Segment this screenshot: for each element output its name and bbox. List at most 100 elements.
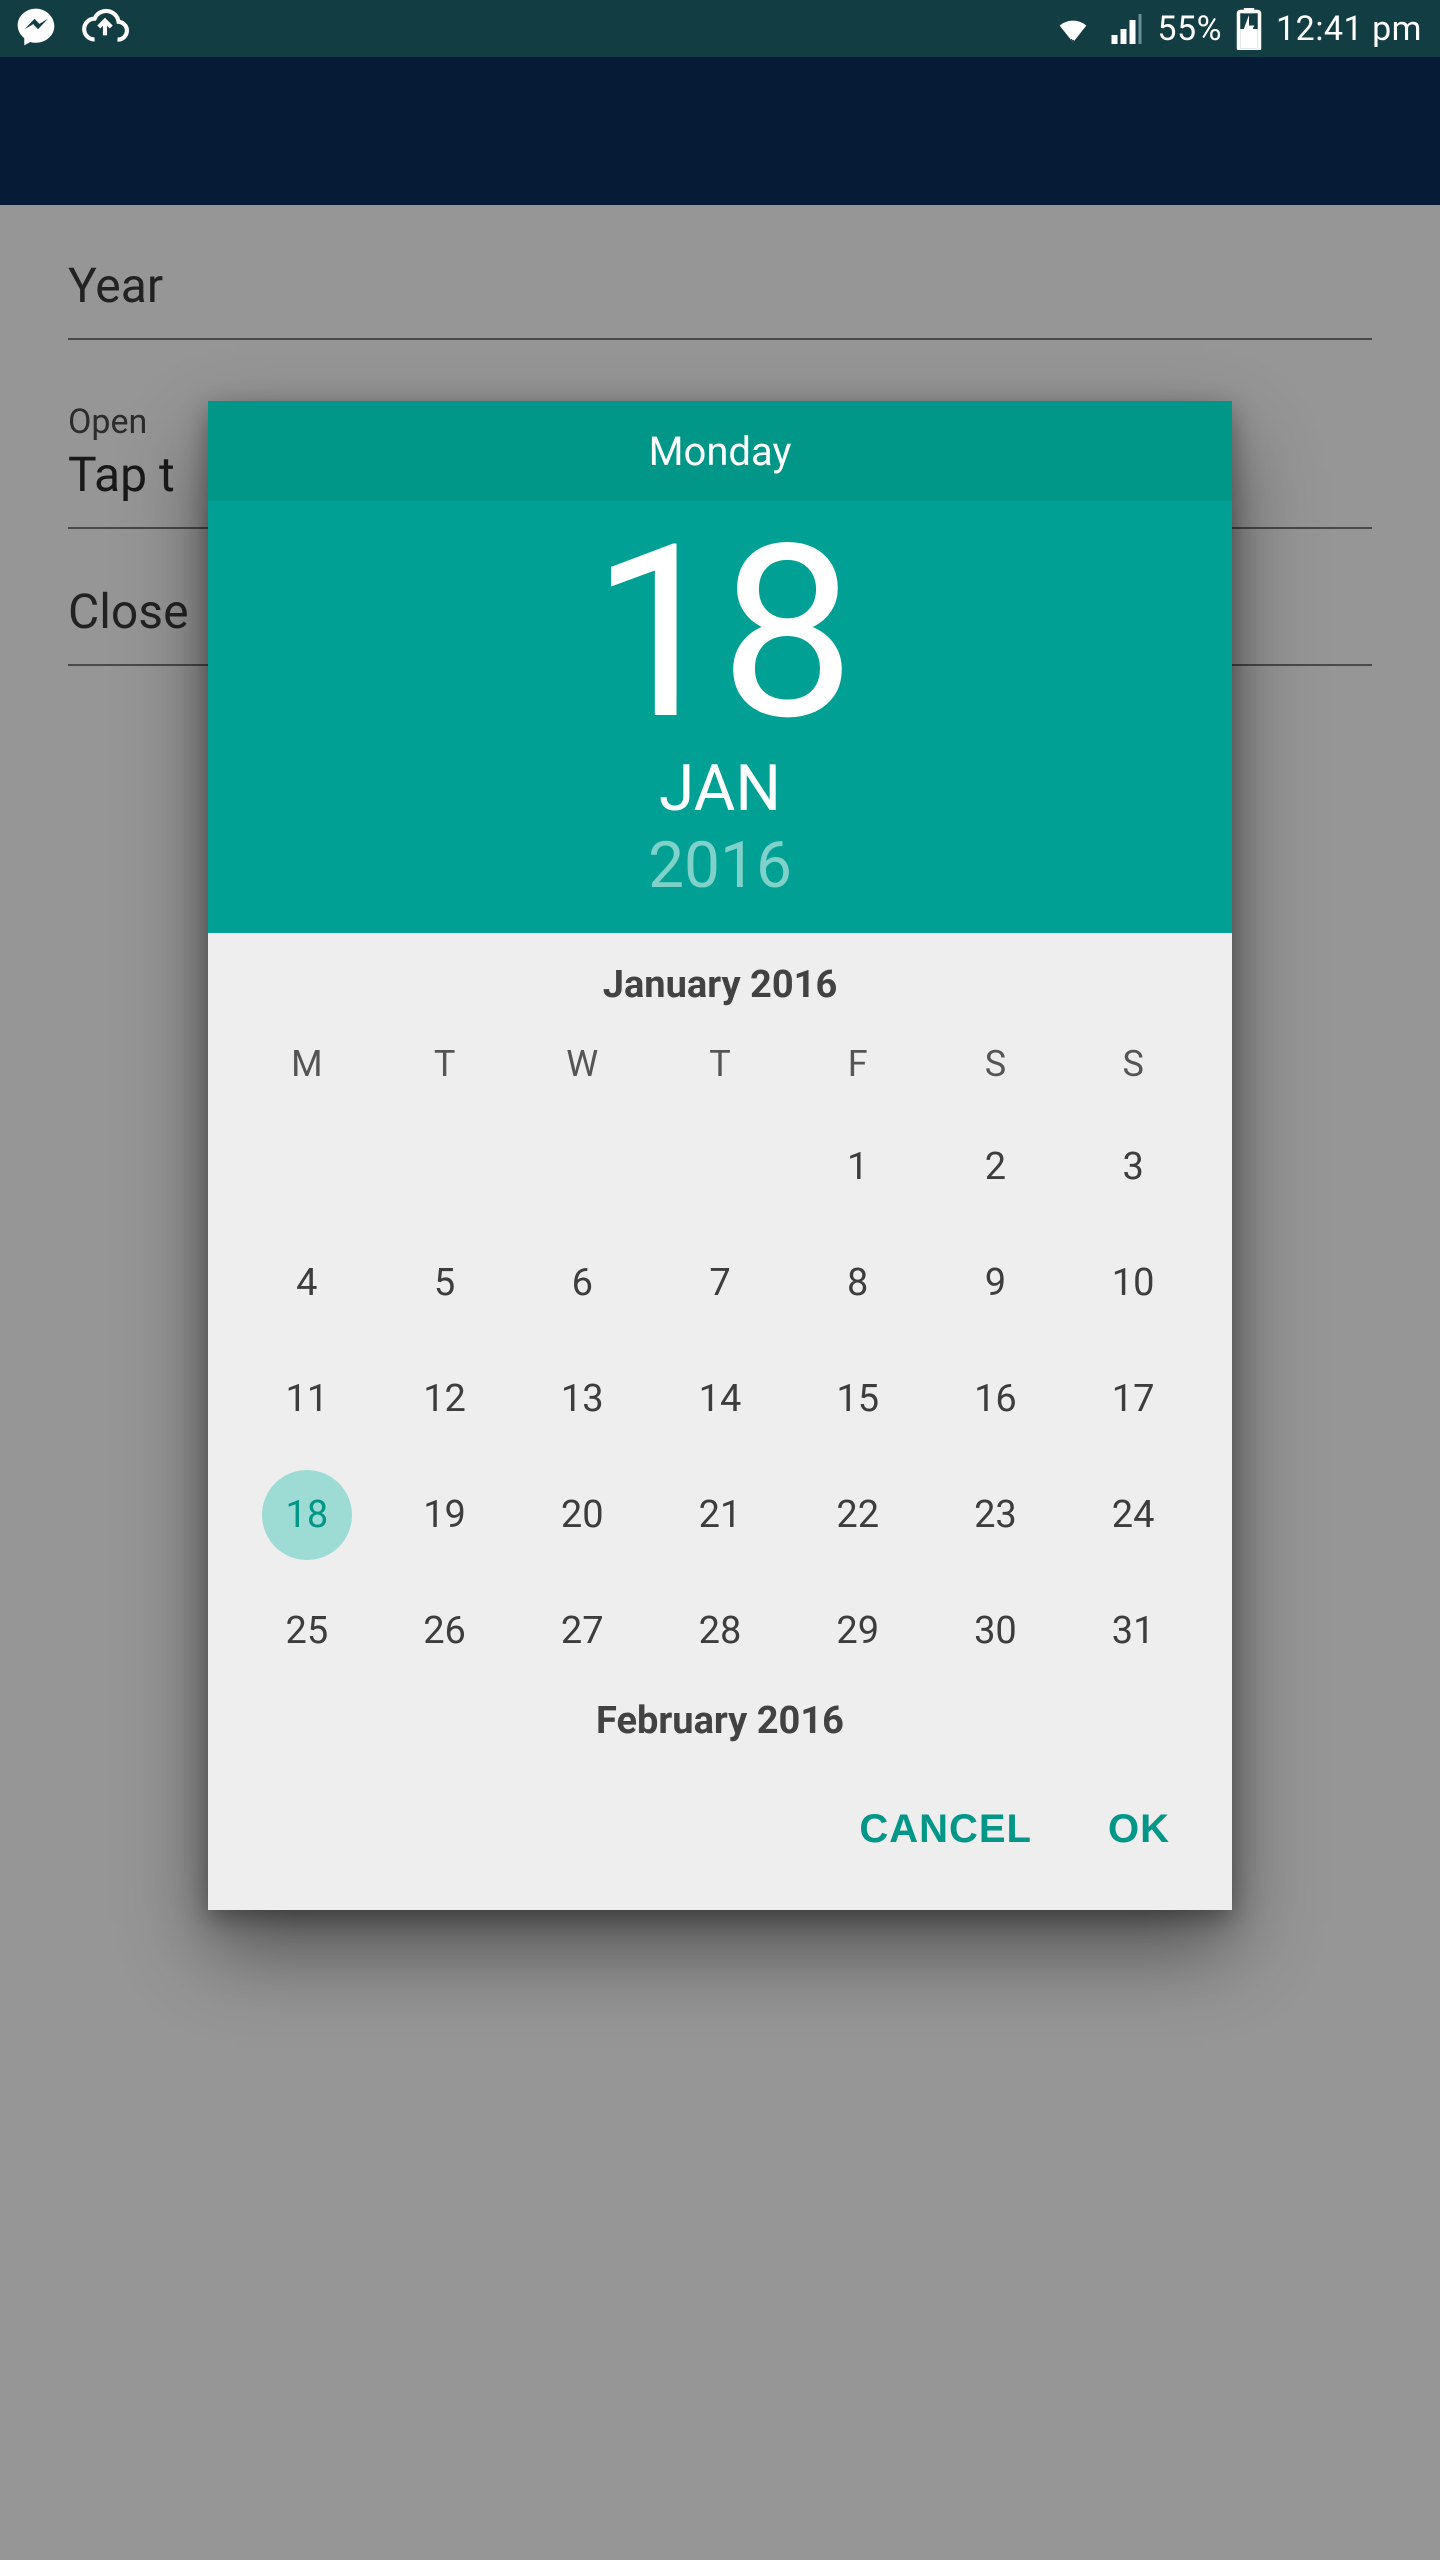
calendar-day[interactable]: 1 [789, 1109, 927, 1225]
calendar-empty-cell [376, 1109, 514, 1225]
calendar-day[interactable]: 30 [927, 1573, 1065, 1689]
calendar-day-number: 29 [836, 1609, 879, 1653]
calendar-day-number: 23 [974, 1493, 1017, 1537]
selected-month: JAN [208, 751, 1232, 826]
calendar-dow: T [651, 1029, 789, 1109]
calendar-day[interactable]: 29 [789, 1573, 927, 1689]
cell-signal-icon [1107, 11, 1143, 47]
calendar-day-number: 24 [1112, 1493, 1155, 1537]
calendar-day[interactable]: 15 [789, 1341, 927, 1457]
calendar-dow: S [1064, 1029, 1202, 1109]
cancel-button[interactable]: CANCEL [859, 1807, 1032, 1852]
calendar-day[interactable]: 7 [651, 1225, 789, 1341]
selected-year[interactable]: 2016 [208, 828, 1232, 903]
calendar-day-number: 19 [423, 1493, 466, 1537]
battery-percent: 55% [1157, 9, 1222, 49]
battery-charging-icon [1236, 8, 1262, 50]
calendar-dow: M [238, 1029, 376, 1109]
calendar-day-number: 13 [561, 1377, 604, 1421]
calendar-day[interactable]: 21 [651, 1457, 789, 1573]
calendar-day[interactable]: 2 [927, 1109, 1065, 1225]
calendar-day-number: 1 [847, 1145, 868, 1189]
calendar-day-number: 30 [974, 1609, 1017, 1653]
date-picker-weekday: Monday [208, 401, 1232, 501]
calendar-dow: W [513, 1029, 651, 1109]
calendar-day-number: 20 [561, 1493, 604, 1537]
calendar-day[interactable]: 14 [651, 1341, 789, 1457]
calendar-day-number: 22 [836, 1493, 879, 1537]
calendar-day[interactable]: 24 [1064, 1457, 1202, 1573]
calendar-day-number: 6 [572, 1261, 593, 1305]
calendar-day[interactable]: 10 [1064, 1225, 1202, 1341]
calendar-day[interactable]: 31 [1064, 1573, 1202, 1689]
calendar-empty-cell [513, 1109, 651, 1225]
status-time: 12:41 pm [1276, 9, 1422, 49]
calendar-day-number: 31 [1112, 1609, 1155, 1653]
calendar-day-number: 15 [836, 1377, 879, 1421]
weekday-text: Monday [649, 428, 792, 475]
calendar-day-number: 2 [985, 1145, 1006, 1189]
ok-button[interactable]: OK [1108, 1807, 1170, 1852]
calendar-day-number: 14 [699, 1377, 742, 1421]
calendar-day[interactable]: 19 [376, 1457, 514, 1573]
calendar-days-grid: 1234567891011121314151617181920212223242… [238, 1109, 1202, 1689]
calendar-day-number: 18 [285, 1493, 328, 1537]
modal-scrim-top [0, 57, 1440, 352]
calendar-day[interactable]: 25 [238, 1573, 376, 1689]
dialog-actions: CANCEL OK [208, 1771, 1232, 1910]
calendar-day-number: 27 [561, 1609, 604, 1653]
calendar-day-number: 26 [423, 1609, 466, 1653]
calendar-day[interactable]: 22 [789, 1457, 927, 1573]
calendar-day[interactable]: 28 [651, 1573, 789, 1689]
calendar-day[interactable]: 26 [376, 1573, 514, 1689]
calendar-empty-cell [238, 1109, 376, 1225]
calendar-day[interactable]: 27 [513, 1573, 651, 1689]
calendar: January 2016 MTWTFSS 1234567891011121314… [208, 933, 1232, 1743]
selected-day-number: 18 [208, 507, 1232, 759]
calendar-day-number: 21 [699, 1493, 742, 1537]
calendar-day-number: 8 [847, 1261, 868, 1305]
calendar-day[interactable]: 18 [238, 1457, 376, 1573]
calendar-day-number: 9 [985, 1261, 1006, 1305]
calendar-day-number: 3 [1122, 1145, 1143, 1189]
calendar-day-number: 16 [974, 1377, 1017, 1421]
calendar-day[interactable]: 3 [1064, 1109, 1202, 1225]
calendar-next-month-title: February 2016 [238, 1699, 1202, 1743]
calendar-day[interactable]: 11 [238, 1341, 376, 1457]
calendar-day[interactable]: 23 [927, 1457, 1065, 1573]
calendar-day[interactable]: 5 [376, 1225, 514, 1341]
status-bar: 55% 12:41 pm [0, 0, 1440, 57]
calendar-day[interactable]: 8 [789, 1225, 927, 1341]
messenger-icon [14, 5, 58, 53]
calendar-day[interactable]: 20 [513, 1457, 651, 1573]
calendar-day[interactable]: 12 [376, 1341, 514, 1457]
calendar-day-number: 5 [434, 1261, 455, 1305]
calendar-day-number: 17 [1112, 1377, 1155, 1421]
battery-percent-text: 55% [1157, 9, 1222, 49]
calendar-dow: T [376, 1029, 514, 1109]
calendar-empty-cell [651, 1109, 789, 1225]
date-picker-header[interactable]: 18 JAN 2016 [208, 501, 1232, 933]
calendar-dow: S [927, 1029, 1065, 1109]
calendar-dow-row: MTWTFSS [238, 1029, 1202, 1109]
upload-cloud-icon [80, 2, 130, 56]
calendar-day[interactable]: 9 [927, 1225, 1065, 1341]
calendar-day-number: 12 [423, 1377, 466, 1421]
wifi-icon [1053, 9, 1093, 49]
status-left [14, 2, 130, 56]
calendar-month-title: January 2016 [238, 963, 1202, 1007]
calendar-day-number: 10 [1112, 1261, 1155, 1305]
calendar-day-number: 25 [285, 1609, 328, 1653]
calendar-day-number: 11 [285, 1377, 328, 1421]
date-picker-dialog: Monday 18 JAN 2016 January 2016 MTWTFSS … [208, 401, 1232, 1910]
calendar-day[interactable]: 4 [238, 1225, 376, 1341]
calendar-day[interactable]: 17 [1064, 1341, 1202, 1457]
calendar-day-number: 28 [699, 1609, 742, 1653]
calendar-day-number: 7 [709, 1261, 730, 1305]
calendar-day[interactable]: 13 [513, 1341, 651, 1457]
calendar-day[interactable]: 6 [513, 1225, 651, 1341]
calendar-day-number: 4 [296, 1261, 317, 1305]
calendar-dow: F [789, 1029, 927, 1109]
calendar-day[interactable]: 16 [927, 1341, 1065, 1457]
status-right: 55% 12:41 pm [1053, 8, 1422, 50]
